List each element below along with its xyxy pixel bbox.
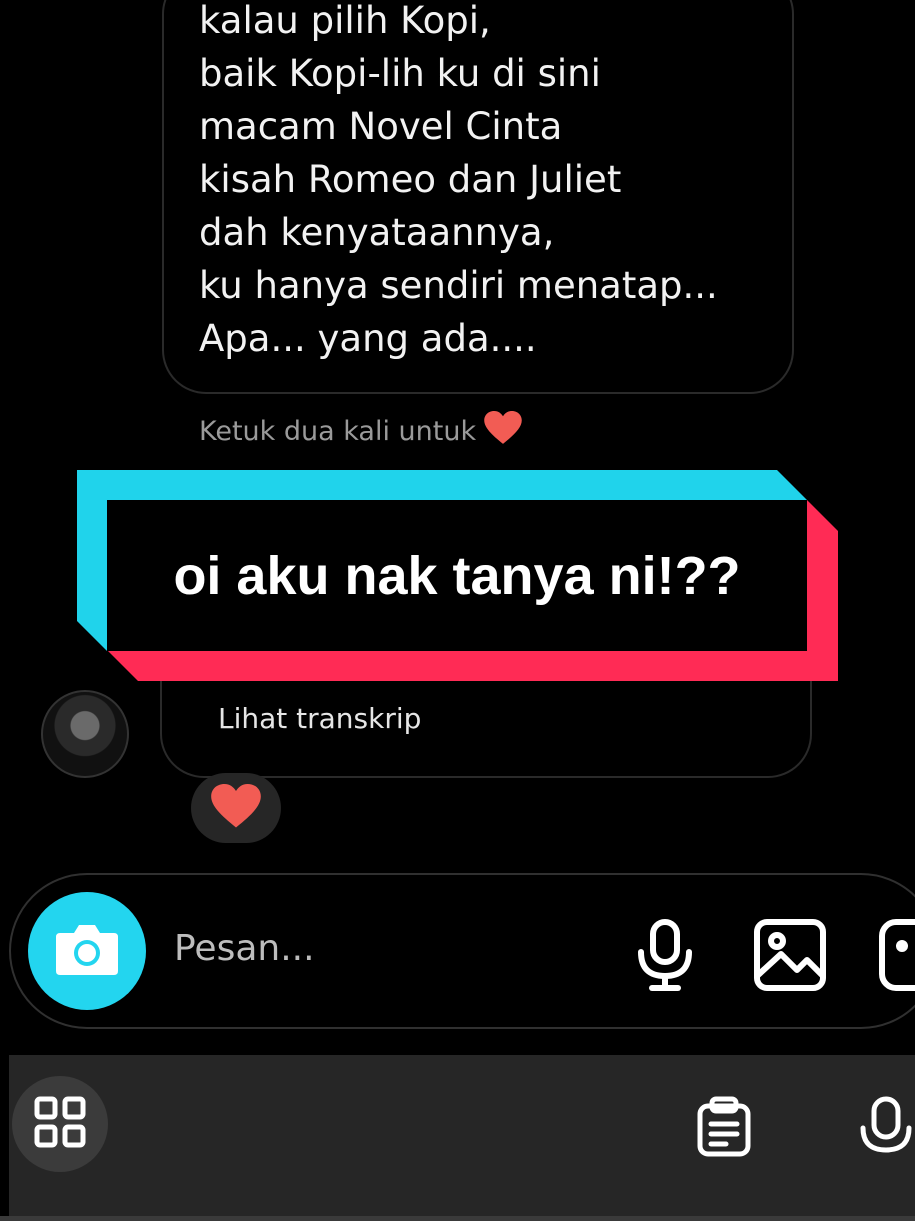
bottom-strip [0,1216,915,1221]
overlay-caption: oi aku nak tanya ni!?? [173,545,741,606]
keyboard-toolbar [9,1055,915,1221]
apps-grid-icon [33,1095,87,1153]
message-line-5: dah kenyataannya, [199,211,555,254]
double-tap-hint: Ketuk dua kali untuk [199,411,522,452]
message-line-3: macam Novel Cinta [199,105,563,148]
message-input[interactable]: Pesan... [174,928,315,969]
avatar[interactable] [41,690,129,778]
hint-text: Ketuk dua kali untuk [199,416,477,447]
message-line-4: kisah Romeo dan Juliet [199,158,622,201]
sticker-icon[interactable] [878,918,915,996]
microphone-icon[interactable] [636,918,694,996]
view-transcript-link[interactable]: Lihat transkrip [218,702,421,735]
microphone-icon[interactable] [860,1096,915,1164]
message-line-7: Apa... yang ada.... [199,317,537,360]
reaction-badge[interactable] [191,773,281,843]
image-icon[interactable] [753,918,827,996]
message-line-2: baik Kopi-lih ku di sini [199,52,601,95]
camera-icon [54,921,120,981]
apps-grid-button[interactable] [12,1076,108,1172]
camera-button[interactable] [28,892,146,1010]
overlay-banner: oi aku nak tanya ni!?? [107,500,807,651]
heart-icon [484,411,522,452]
clipboard-icon[interactable] [694,1096,754,1162]
heart-icon [211,783,261,833]
message-line-1: kalau pilih Kopi, [199,0,491,42]
message-line-6: ku hanya sendiri menatap... [199,264,718,307]
